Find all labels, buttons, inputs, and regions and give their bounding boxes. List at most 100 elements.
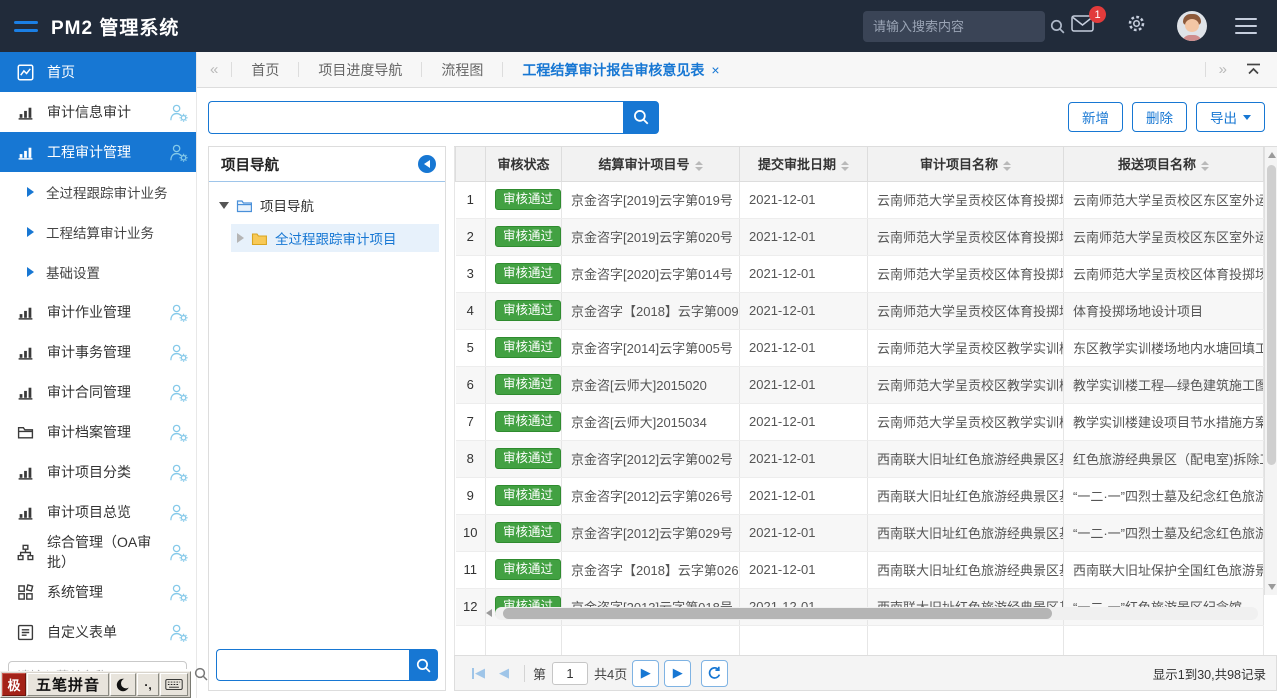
sort-icon[interactable] (1201, 161, 1209, 171)
tab-close-icon[interactable]: × (711, 62, 719, 78)
menu-toggle-icon[interactable] (14, 21, 38, 32)
table-row[interactable]: 5审核通过京金咨字[2014]云字第005号2021-12-01云南师范大学呈贡… (456, 329, 1264, 366)
tab-3[interactable]: 流程图 (422, 52, 502, 87)
user-gear-icon[interactable] (169, 623, 188, 642)
col-code[interactable]: 结算审计项目号 (562, 147, 740, 181)
col-date[interactable]: 提交审批日期 (740, 147, 868, 181)
user-gear-icon[interactable] (169, 463, 188, 482)
sort-icon[interactable] (695, 161, 703, 171)
user-gear-icon[interactable] (169, 303, 188, 322)
sidebar-item[interactable]: 首页 (0, 52, 196, 92)
table-row[interactable]: 11审核通过京金咨字【2018】云字第026号2021-12-01西南联大旧址红… (456, 551, 1264, 588)
ime-halfwidth-moon-icon[interactable] (110, 673, 136, 696)
search-icon[interactable] (193, 666, 209, 687)
table-row[interactable]: 6审核通过京金咨[云师大]20150202021-12-01云南师范大学呈贡校区… (456, 366, 1264, 403)
export-button[interactable]: 导出 (1196, 102, 1265, 132)
global-search-input[interactable] (873, 19, 1049, 34)
tab-1[interactable]: 首页 (232, 52, 298, 87)
refresh-button[interactable] (701, 660, 728, 687)
user-gear-icon[interactable] (169, 423, 188, 442)
tree-search-input[interactable] (216, 649, 409, 681)
scroll-up-icon[interactable] (1268, 152, 1276, 158)
date-cell: 2021-12-01 (740, 440, 868, 477)
sidebar-item[interactable]: 工程审计管理 (0, 132, 196, 172)
tree-node-label[interactable]: 全过程跟踪审计项目 (275, 228, 397, 248)
user-gear-icon[interactable] (169, 103, 188, 122)
sidebar-item[interactable]: 自定义表单 (0, 612, 196, 652)
user-gear-icon[interactable] (169, 543, 188, 562)
sidebar-item[interactable]: 审计档案管理 (0, 412, 196, 452)
vertical-scrollbar[interactable] (1264, 147, 1277, 595)
collapse-panel-icon[interactable] (1240, 63, 1277, 76)
table-row[interactable]: 1审核通过京金咨字[2019]云字第019号2021-12-01云南师范大学呈贡… (456, 181, 1264, 218)
table-row[interactable]: 4审核通过京金咨字【2018】云字第009号2021-12-01云南师范大学呈贡… (456, 292, 1264, 329)
user-gear-icon[interactable] (169, 343, 188, 362)
collapse-tree-button[interactable] (418, 155, 436, 173)
table-row[interactable]: 8审核通过京金咨字[2012]云字第002号2021-12-01西南联大旧址红色… (456, 440, 1264, 477)
sidebar-subitem[interactable]: 全过程跟踪审计业务 (0, 172, 196, 212)
prev-page-button[interactable]: ◀ (499, 665, 509, 681)
first-page-button[interactable]: ◀ (472, 665, 485, 681)
settings-button[interactable] (1126, 13, 1147, 39)
user-gear-icon[interactable] (169, 583, 188, 602)
table-row[interactable]: 3审核通过京金咨字[2020]云字第014号2021-12-01云南师范大学呈贡… (456, 255, 1264, 292)
tabs-scroll-left-icon[interactable]: « (197, 61, 231, 78)
sidebar-item[interactable]: 审计合同管理 (0, 372, 196, 412)
status-cell: 审核通过 (486, 255, 562, 292)
col-report-name[interactable]: 报送项目名称 (1064, 147, 1264, 181)
mail-badge: 1 (1089, 6, 1106, 23)
vertical-scroll-thumb[interactable] (1267, 165, 1276, 465)
tree-node-root[interactable]: 项目导航 (209, 192, 445, 218)
sidebar-item[interactable]: 审计作业管理 (0, 292, 196, 332)
sidebar-item[interactable]: 审计信息审计 (0, 92, 196, 132)
table-row[interactable]: 2审核通过京金咨字[2019]云字第020号2021-12-01云南师范大学呈贡… (456, 218, 1264, 255)
sort-icon[interactable] (1003, 161, 1011, 171)
tab-2[interactable]: 项目进度导航 (299, 52, 421, 87)
main-search-input[interactable] (208, 101, 623, 134)
horizontal-scrollbar[interactable] (486, 606, 1258, 620)
user-gear-icon[interactable] (169, 143, 188, 162)
chevron-right-icon (27, 227, 34, 237)
global-search[interactable] (863, 11, 1045, 42)
avatar[interactable] (1177, 11, 1207, 41)
table-row[interactable]: 10审核通过京金咨字[2012]云字第029号2021-12-01西南联大旧址红… (456, 514, 1264, 551)
delete-button[interactable]: 删除 (1132, 102, 1187, 132)
scroll-left-icon[interactable] (486, 609, 492, 617)
scroll-down-icon[interactable] (1268, 584, 1276, 590)
sidebar-item[interactable]: 综合管理（OA审批） (0, 532, 196, 572)
page-number-input[interactable] (552, 662, 588, 685)
code-cell: 京金咨字[2012]云字第029号 (562, 514, 740, 551)
sidebar-subitem[interactable]: 工程结算审计业务 (0, 212, 196, 252)
sort-icon[interactable] (841, 161, 849, 171)
last-page-button[interactable]: ▶ (664, 660, 691, 687)
next-page-button[interactable]: ▶ (632, 660, 659, 687)
sidebar-subitem[interactable]: 基础设置 (0, 252, 196, 292)
tree-node-child-selected[interactable]: 全过程跟踪审计项目 (231, 224, 439, 252)
main-search-button[interactable] (623, 101, 659, 134)
horizontal-scroll-thumb[interactable] (503, 608, 1052, 619)
sidebar-item[interactable]: 审计事务管理 (0, 332, 196, 372)
tree-expander-closed-icon[interactable] (237, 233, 244, 243)
user-gear-icon[interactable] (169, 503, 188, 522)
table-row[interactable]: 9审核通过京金咨字[2012]云字第026号2021-12-01西南联大旧址红色… (456, 477, 1264, 514)
more-menu-icon[interactable] (1235, 18, 1257, 34)
search-icon[interactable] (1049, 18, 1066, 35)
ime-punctuation-button[interactable]: ·, (137, 673, 159, 696)
user-gear-icon[interactable] (169, 383, 188, 402)
sidebar-item[interactable]: 系统管理 (0, 572, 196, 612)
sidebar-item[interactable]: 审计项目总览 (0, 492, 196, 532)
table-row[interactable]: 7审核通过京金咨[云师大]20150342021-12-01云南师范大学呈贡校区… (456, 403, 1264, 440)
ime-logo[interactable]: 极 (2, 673, 26, 696)
tree-expander-open-icon[interactable] (219, 202, 229, 209)
tree-node-label[interactable]: 项目导航 (260, 195, 314, 215)
sidebar-item[interactable]: 审计项目分类 (0, 452, 196, 492)
ime-keyboard-icon[interactable] (160, 673, 188, 696)
add-button[interactable]: 新增 (1068, 102, 1123, 132)
tabs-scroll-right-icon[interactable]: » (1206, 61, 1240, 78)
tab-4[interactable]: 工程结算审计报告审核意见表× (503, 52, 738, 87)
tree-search-button[interactable] (409, 649, 438, 681)
status-badge: 审核通过 (495, 189, 561, 211)
mail-button[interactable]: 1 (1071, 15, 1094, 37)
col-audit-name[interactable]: 审计项目名称 (868, 147, 1064, 181)
ime-mode-button[interactable]: 五笔拼音 (27, 673, 109, 696)
